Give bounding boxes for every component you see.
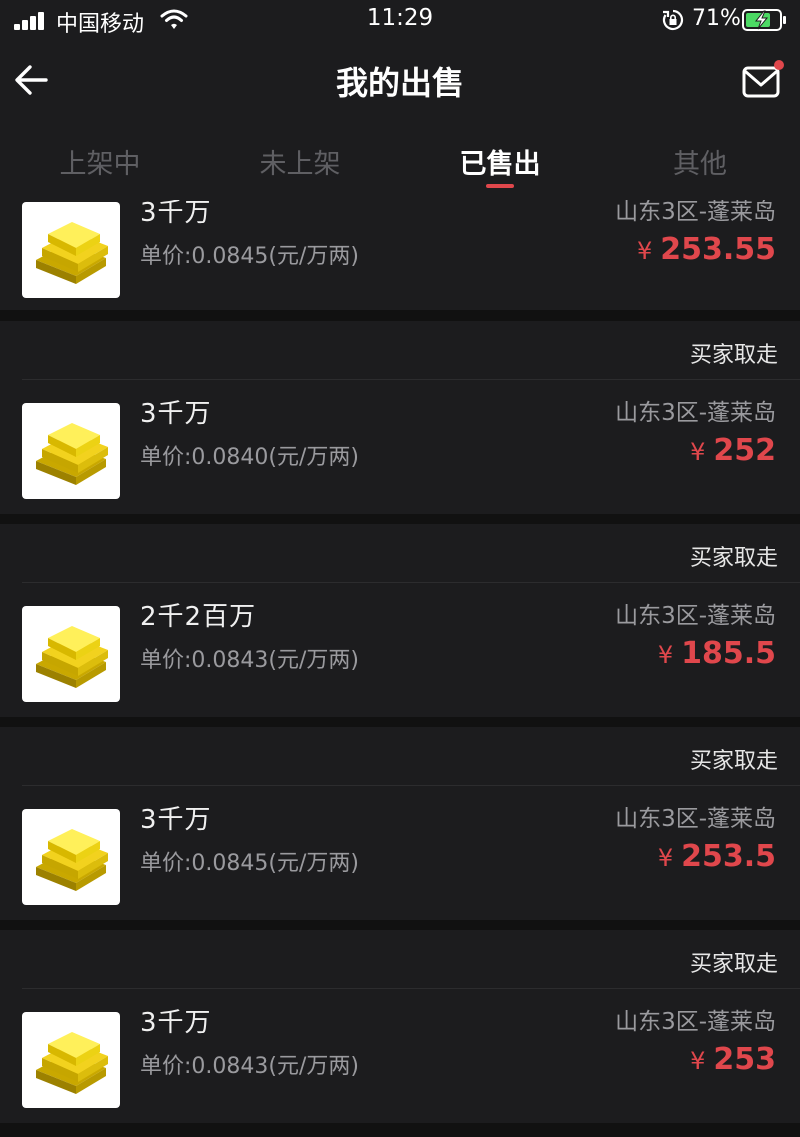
order-card[interactable]: 买家取走 3千万 xyxy=(0,321,800,514)
tab-label: 其他 xyxy=(673,149,727,180)
screen: 中国移动 11:29 71% 我的出售 上架中 未上架 已售出 其他 3千万 单… xyxy=(0,0,800,1137)
gold-bars-icon xyxy=(36,829,108,891)
order-card-header: 买家取走 xyxy=(0,321,800,380)
page-title: 我的出售 xyxy=(335,64,464,102)
server-name: 山东3区-蓬莱岛 xyxy=(615,400,776,426)
currency-symbol: ¥ xyxy=(690,1047,706,1075)
server-name: 山东3区-蓬莱岛 xyxy=(615,200,776,225)
sale-price: ¥253 xyxy=(690,1042,776,1077)
order-card[interactable]: 买家取走 3千万 xyxy=(0,930,800,1123)
mail-icon[interactable] xyxy=(740,58,786,102)
gold-bars-icon xyxy=(36,222,108,284)
price-value: 252 xyxy=(713,433,776,468)
gold-bars-icon xyxy=(36,626,108,688)
gold-bars-thumbnail xyxy=(22,809,120,905)
gold-bars-thumbnail xyxy=(22,403,120,499)
currency-symbol: ¥ xyxy=(636,237,653,265)
gold-bars-thumbnail xyxy=(22,202,120,298)
battery-charging-icon xyxy=(742,9,786,31)
battery-percentage: 71% xyxy=(692,6,741,31)
order-card-header: 买家取走 xyxy=(0,930,800,989)
order-card-body: 3千万 单价:0.0845(元/万两) 山东3区-蓬莱岛 ¥253.5 xyxy=(0,787,800,919)
divider xyxy=(22,988,800,989)
tab-label: 已售出 xyxy=(459,149,541,180)
tab-indicator xyxy=(486,184,514,188)
order-card[interactable]: 买家取走 2千2百万 单价:0.0843(元/万两) 山东3区-蓬莱岛 ¥ 18… xyxy=(0,524,800,717)
item-title: 3千万 xyxy=(140,399,212,429)
order-card[interactable]: 3千万 单价:0.0845(元/万两) 山东3区-蓬莱岛 ¥253.55 xyxy=(0,200,800,310)
tab-label: 未上架 xyxy=(259,149,341,180)
order-card-body: 3千万 单价:0.0845(元/万两) 山东3区-蓬莱岛 ¥253.55 xyxy=(0,200,800,312)
unit-price: 单价:0.0843(元/万两) xyxy=(140,648,359,673)
currency-symbol: ¥ xyxy=(690,438,706,466)
unit-price: 单价:0.0845(元/万两) xyxy=(140,851,359,876)
order-card-header: 买家取走 xyxy=(0,524,800,583)
rotation-lock-icon xyxy=(662,9,684,31)
sale-price: ¥253.5 xyxy=(658,839,776,874)
gold-bars-thumbnail xyxy=(22,606,120,702)
gold-bars-icon xyxy=(36,1032,108,1094)
order-card-body: 3千万 单价:0.0840(元/万两) 山东3区-蓬莱岛 ¥252 xyxy=(0,381,800,513)
notification-dot xyxy=(774,60,784,70)
order-card-body: 2千2百万 单价:0.0843(元/万两) 山东3区-蓬莱岛 ¥185.5 xyxy=(0,584,800,716)
server-name: 山东3区-蓬莱岛 xyxy=(615,603,776,629)
order-status: 买家取走 xyxy=(689,546,778,571)
price-value: 253 xyxy=(713,1042,776,1077)
item-title: 3千万 xyxy=(140,805,212,835)
unit-price: 单价:0.0840(元/万两) xyxy=(140,445,359,470)
price-value: 185.5 xyxy=(681,636,776,671)
server-name: 山东3区-蓬莱岛 xyxy=(615,1009,776,1035)
gold-bars-thumbnail xyxy=(22,1012,120,1108)
tab-sold[interactable]: 已售出 xyxy=(400,124,600,200)
price-value: 253.5 xyxy=(681,839,776,874)
status-bar: 中国移动 11:29 71% xyxy=(0,0,800,40)
order-card[interactable]: 买家取走 3千万 xyxy=(0,727,800,920)
item-title: 2千2百万 xyxy=(140,602,257,632)
sale-price: ¥253.55 xyxy=(637,232,776,267)
item-title: 3千万 xyxy=(140,200,212,228)
order-status: 买家取走 xyxy=(689,952,778,977)
currency-symbol: ¥ xyxy=(657,844,674,872)
divider xyxy=(22,785,800,786)
tab-bar: 上架中 未上架 已售出 其他 xyxy=(0,124,800,200)
tab-label: 上架中 xyxy=(59,149,141,180)
divider xyxy=(22,582,800,583)
tab-other[interactable]: 其他 xyxy=(600,124,800,200)
unit-price: 单价:0.0843(元/万两) xyxy=(140,1054,359,1079)
server-name: 山东3区-蓬莱岛 xyxy=(615,806,776,832)
order-status: 买家取走 xyxy=(689,343,778,368)
order-card-body: 3千万 单价:0.0843(元/万两) 山东3区-蓬莱岛 ¥253 xyxy=(0,990,800,1122)
tab-off-shelf[interactable]: 未上架 xyxy=(200,124,400,200)
unit-price: 单价:0.0845(元/万两) xyxy=(140,244,359,269)
price-value: 253.55 xyxy=(660,232,776,267)
order-card-header: 买家取走 xyxy=(0,727,800,786)
order-status: 买家取走 xyxy=(689,749,778,774)
gold-bars-icon xyxy=(36,423,108,485)
sale-price: ¥252 xyxy=(690,433,776,468)
currency-symbol: ¥ xyxy=(657,641,674,669)
tab-on-shelf[interactable]: 上架中 xyxy=(0,124,200,200)
navigation-bar: 我的出售 xyxy=(0,40,800,124)
divider xyxy=(22,379,800,380)
sale-price: ¥185.5 xyxy=(658,636,776,671)
item-title: 3千万 xyxy=(140,1008,212,1038)
order-list: 3千万 单价:0.0845(元/万两) 山东3区-蓬莱岛 ¥253.55 买家取… xyxy=(0,200,800,1137)
